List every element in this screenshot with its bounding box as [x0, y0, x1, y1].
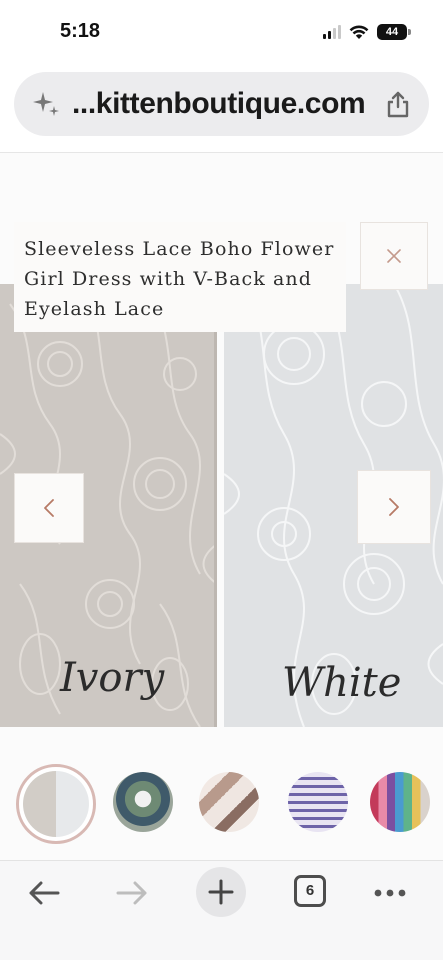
arrow-right-icon [116, 881, 147, 905]
swatch-label-white: White [282, 660, 402, 706]
new-tab-button[interactable] [196, 867, 246, 917]
address-bar[interactable]: ...kittenboutique.com [14, 72, 429, 136]
close-icon [387, 249, 401, 263]
browser-toolbar: 6 [0, 861, 443, 960]
thumbnail-3[interactable] [199, 772, 259, 832]
product-title: Sleeveless Lace Boho Flower Girl Dress w… [24, 238, 335, 320]
status-time: 5:18 [60, 20, 101, 42]
url-text[interactable]: ...kittenboutique.com [72, 86, 392, 122]
thumbnail-5[interactable] [370, 772, 430, 832]
product-title-box: Sleeveless Lace Boho Flower Girl Dress w… [14, 222, 346, 332]
tabs-count: 6 [294, 875, 326, 907]
arrow-left-icon [29, 881, 60, 905]
swatch-label-ivory: Ivory [60, 655, 165, 701]
more-dots-icon [374, 889, 406, 897]
chevron-right-icon [389, 498, 399, 516]
thumbnail-strip [0, 760, 443, 850]
thumbnail-1[interactable] [16, 764, 96, 844]
cellular-signal-icon [323, 25, 341, 39]
status-icons: 44 [323, 22, 411, 42]
sparkle-icon[interactable] [32, 90, 60, 118]
share-icon[interactable] [385, 90, 411, 118]
back-button[interactable] [22, 871, 66, 915]
thumbnail-4[interactable] [288, 772, 348, 832]
close-button[interactable] [360, 222, 428, 290]
plus-icon [208, 879, 234, 905]
wifi-icon [349, 25, 369, 39]
more-button[interactable] [368, 871, 412, 915]
tabs-button[interactable]: 6 [292, 873, 328, 909]
next-image-button[interactable] [357, 470, 431, 544]
battery-indicator: 44 [377, 24, 411, 40]
chevron-left-icon [44, 499, 54, 517]
previous-image-button[interactable] [14, 473, 84, 543]
forward-button[interactable] [110, 871, 154, 915]
thumbnail-2[interactable] [113, 772, 173, 832]
status-bar: 5:18 44 [0, 0, 443, 64]
